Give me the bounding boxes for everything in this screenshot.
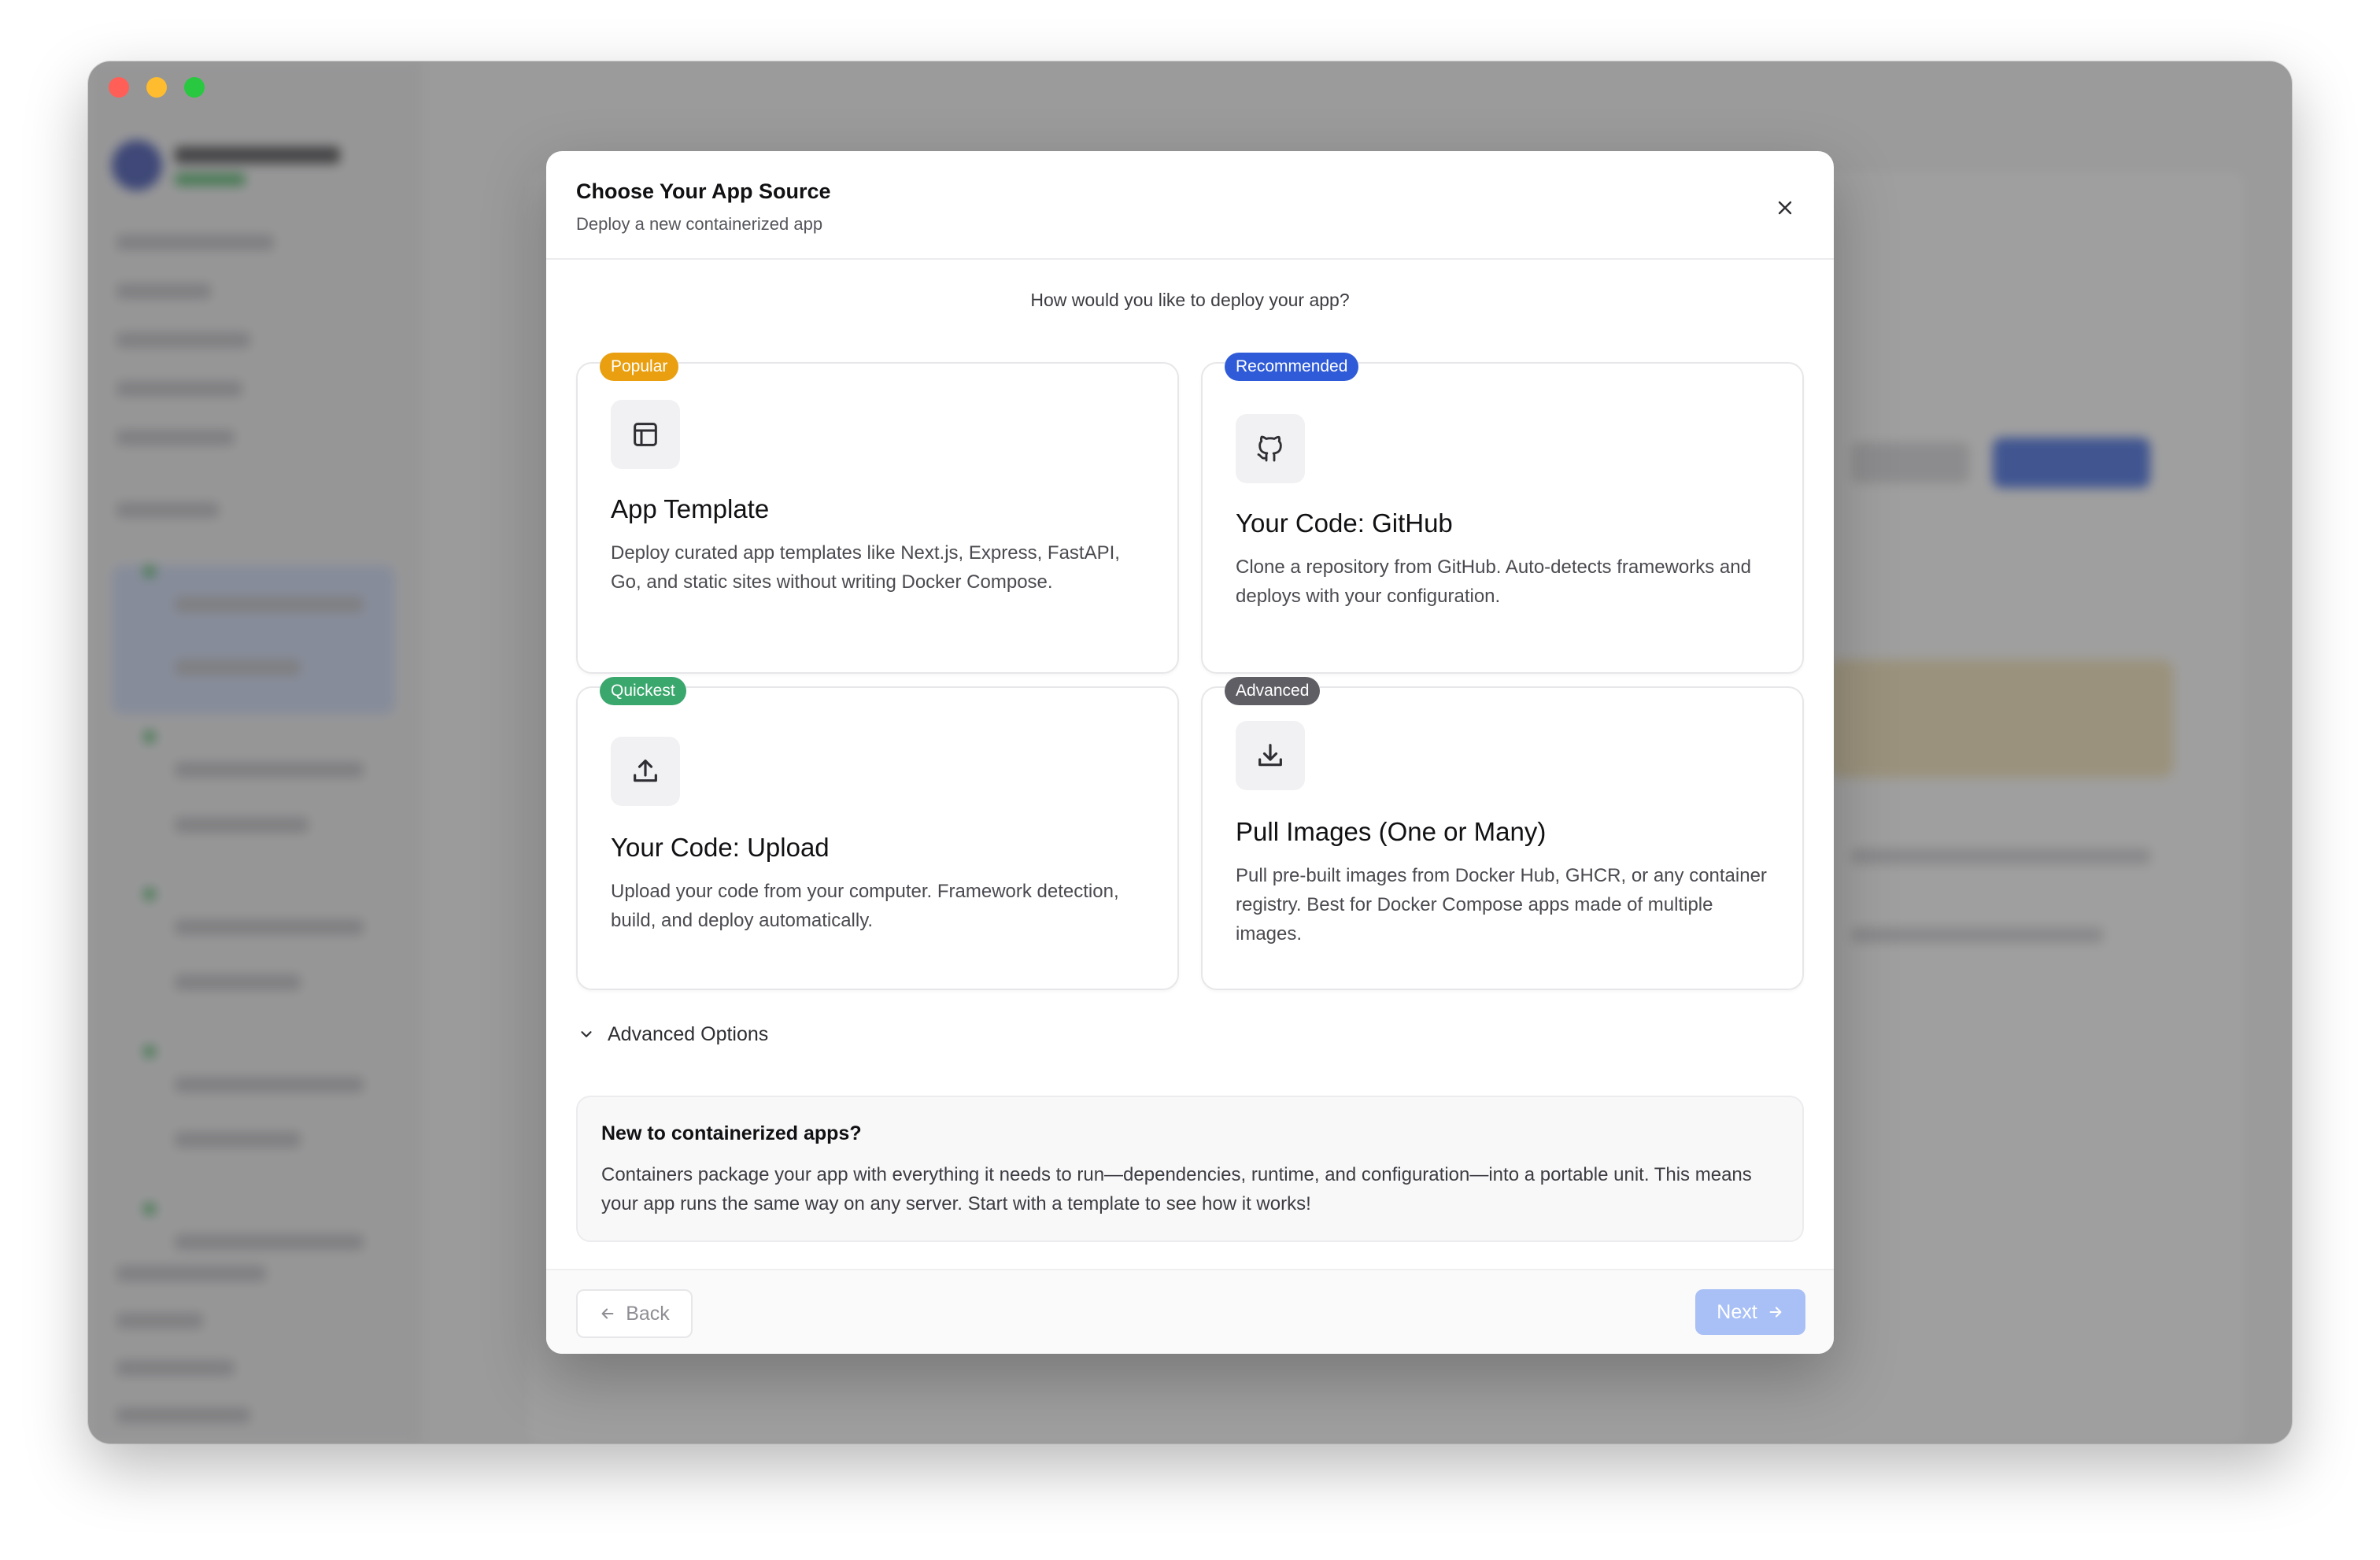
dialog-question: How would you like to deploy your app? [1030,290,1350,310]
next-button[interactable]: Next [1695,1289,1805,1335]
arrow-left-icon [601,1308,614,1319]
upload-icon [634,760,657,782]
option-icon-container [611,737,680,806]
back-button-label: Back [626,1302,670,1325]
option-description: Upload your code from your computer. Fra… [611,881,1119,931]
quickest-badge: Quickest [600,677,686,705]
minimize-window-button[interactable] [146,77,167,98]
option-card-pull-images[interactable]: Advanced Pull Images (One or Many) Pull … [1201,677,1804,990]
option-description: Pull pre-built images from Docker Hub, G… [1236,865,1767,945]
advanced-options-toggle[interactable]: Advanced Options [578,1018,768,1050]
info-text: Containers package your app with everyth… [601,1164,1752,1214]
back-button[interactable]: Back [576,1289,693,1338]
option-title: Your Code: Upload [611,833,830,862]
option-description: Deploy curated app templates like Next.j… [611,542,1120,593]
download-icon [1258,744,1282,767]
option-card-upload[interactable]: Quickest Your Code: Upload Upload your c… [576,677,1179,990]
zoom-window-button[interactable] [184,77,205,98]
option-title: Pull Images (One or Many) [1236,817,1547,846]
option-card-app-template[interactable]: Popular App Template Deploy curated app … [576,353,1179,674]
layout-template-icon [634,423,657,446]
recommended-badge: Recommended [1225,353,1359,381]
popular-badge: Popular [600,353,679,381]
info-callout: New to containerized apps? Containers pa… [576,1096,1804,1242]
advanced-badge: Advanced [1225,677,1321,705]
dialog-footer: Back Next [546,1269,1834,1354]
dialog-title: Choose Your App Source [576,179,831,203]
option-card-github[interactable]: Recommended Your Code: GitHub Clone a re… [1201,353,1804,674]
close-window-button[interactable] [109,77,129,98]
app-source-dialog: Choose Your App Source Deploy a new cont… [546,151,1834,1354]
dialog-header: Choose Your App Source Deploy a new cont… [546,151,1834,260]
info-title: New to containerized apps? [601,1122,862,1144]
chevron-down-icon [581,1031,592,1037]
option-icon-container [611,400,680,469]
option-title: App Template [611,494,770,523]
option-icon-container [1236,414,1305,483]
option-icon-container [1236,721,1305,790]
close-dialog-button[interactable] [1769,192,1801,224]
advanced-options-label: Advanced Options [608,1022,769,1045]
window-controls [109,77,205,98]
dialog-subtitle: Deploy a new containerized app [576,214,823,234]
option-title: Your Code: GitHub [1236,508,1453,538]
close-icon [1778,201,1792,215]
option-description: Clone a repository from GitHub. Auto-det… [1236,556,1751,607]
github-icon [1257,435,1282,462]
next-button-label: Next [1717,1300,1757,1323]
arrow-right-icon [1769,1307,1782,1318]
